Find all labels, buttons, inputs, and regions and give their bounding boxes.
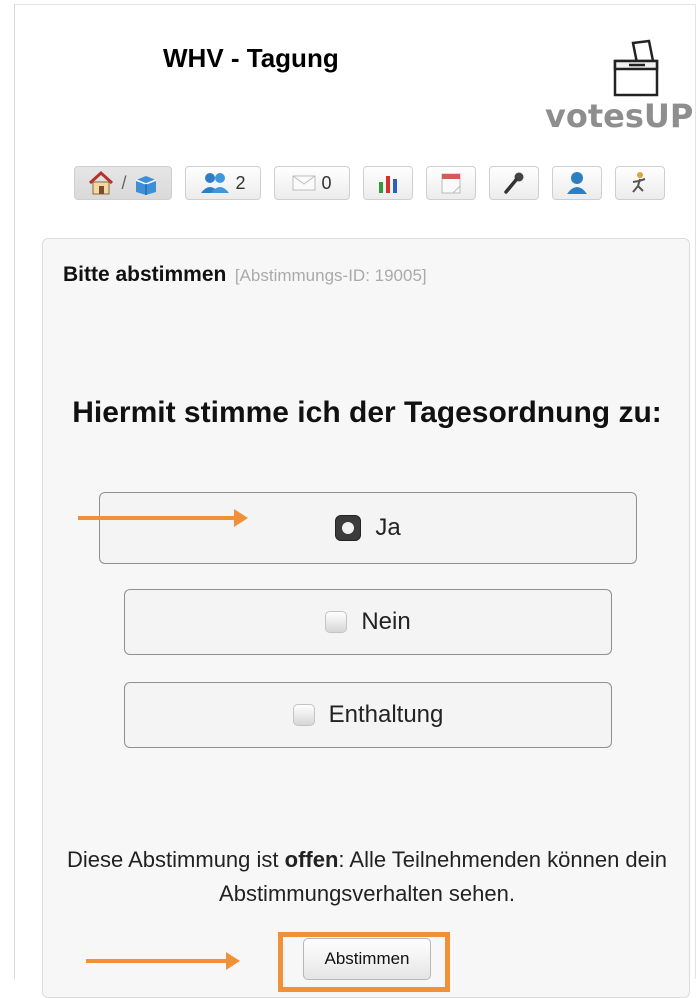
option-ja-label: Ja xyxy=(375,514,401,541)
home-icon xyxy=(89,170,114,195)
annotation-arrow-ja xyxy=(78,509,248,527)
votesup-logo[interactable]: votesUP! xyxy=(527,39,696,139)
vote-id: [Abstimmungs-ID: 19005] xyxy=(234,266,427,285)
vote-visibility-note: Diese Abstimmung ist offen: Alle Teilneh… xyxy=(43,843,691,911)
mail-icon xyxy=(292,175,316,191)
participants-button[interactable]: 2 xyxy=(185,166,261,200)
event-title: WHV - Tagung xyxy=(163,43,339,73)
messages-count: 0 xyxy=(321,172,332,193)
speaker-list-button[interactable] xyxy=(489,166,539,200)
vote-panel-heading: Bitte abstimmen [Abstimmungs-ID: 19005] xyxy=(63,263,427,287)
note-open-keyword: offen xyxy=(284,847,339,872)
results-button[interactable] xyxy=(363,166,413,200)
calendar-icon xyxy=(441,173,461,194)
profile-button[interactable] xyxy=(552,166,602,200)
option-nein[interactable]: Nein xyxy=(124,589,612,655)
radio-ja-selected[interactable] xyxy=(335,515,362,541)
exit-icon xyxy=(632,172,646,193)
logout-button[interactable] xyxy=(615,166,665,200)
radio-nein[interactable] xyxy=(325,611,348,633)
toolbar-separator: / xyxy=(121,172,127,193)
option-enthaltung[interactable]: Enthaltung xyxy=(124,682,612,748)
participants-icon xyxy=(201,173,230,193)
user-icon xyxy=(567,172,587,194)
participants-count: 2 xyxy=(235,172,246,193)
main-toolbar: / 2 0 xyxy=(74,162,665,204)
option-ja[interactable]: Ja xyxy=(99,492,637,564)
logo-text: votesUP! xyxy=(545,97,696,135)
agenda-button[interactable] xyxy=(426,166,476,200)
home-ballot-button[interactable]: / xyxy=(74,166,172,200)
microphone-icon xyxy=(504,172,524,194)
option-nein-label: Nein xyxy=(361,608,411,635)
note-prefix: Diese Abstimmung ist xyxy=(66,847,285,872)
messages-button[interactable]: 0 xyxy=(274,166,350,200)
vote-panel-title: Bitte abstimmen xyxy=(63,263,227,286)
vote-question: Hiermit stimme ich der Tagesordnung zu: xyxy=(72,396,662,429)
submit-vote-button[interactable]: Abstimmen xyxy=(303,938,431,980)
radio-enthaltung[interactable] xyxy=(292,704,315,726)
vote-panel: Bitte abstimmen [Abstimmungs-ID: 19005] … xyxy=(42,238,690,998)
ballot-box-icon xyxy=(613,39,659,97)
annotation-arrow-submit xyxy=(86,952,240,970)
ballot-icon xyxy=(135,176,156,195)
chart-icon xyxy=(379,176,397,193)
option-enthaltung-label: Enthaltung xyxy=(328,701,444,728)
